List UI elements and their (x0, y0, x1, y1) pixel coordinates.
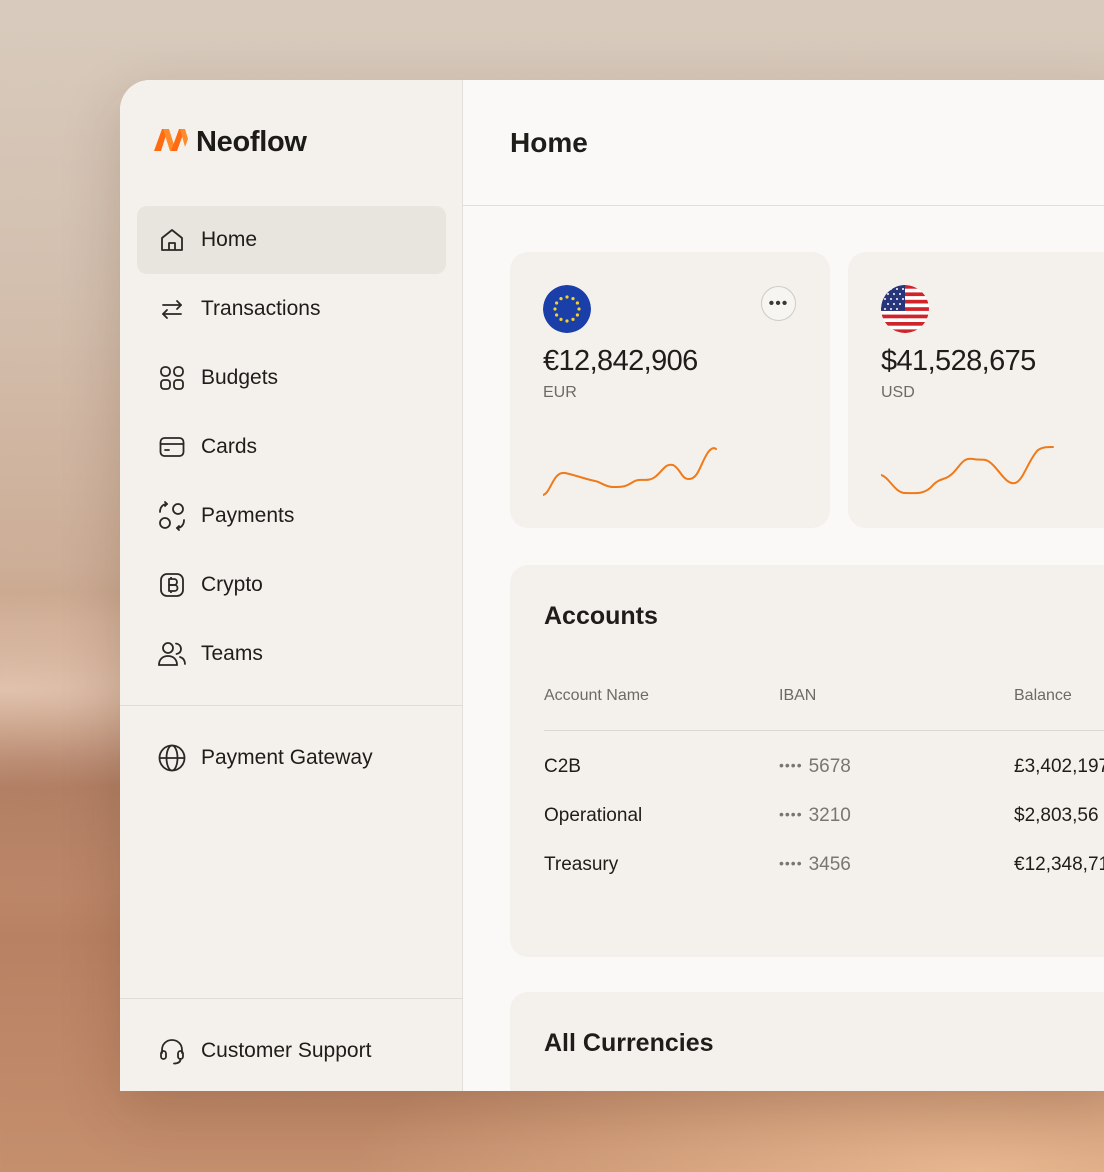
sidebar-item-payments[interactable]: Payments (137, 482, 446, 550)
sidebar-divider (120, 705, 463, 706)
sidebar-nav: Home Transactions Budgets Cards Payments… (137, 206, 446, 689)
sidebar-item-home[interactable]: Home (137, 206, 446, 274)
accounts-title: Accounts (544, 602, 658, 630)
sidebar: Neoflow Home Transactions Budgets Cards … (120, 80, 463, 1091)
account-balance: £3,402,197 (1014, 756, 1104, 777)
more-options-button[interactable]: ••• (761, 286, 796, 321)
account-iban: •••• 3456 (779, 854, 851, 875)
sidebar-item-label: Budgets (201, 366, 279, 389)
sidebar-item-label: Cards (201, 435, 258, 458)
sidebar-item-crypto[interactable]: Crypto (137, 551, 446, 619)
bitcoin-icon (157, 570, 187, 600)
arrows-swap-icon (157, 294, 187, 324)
sidebar-item-label: Payment Gateway (201, 746, 373, 769)
sidebar-item-transactions[interactable]: Transactions (137, 275, 446, 343)
sidebar-item-label: Teams (201, 642, 263, 665)
account-balance: $2,803,56 (1014, 805, 1099, 826)
sidebar-item-budgets[interactable]: Budgets (137, 344, 446, 412)
sidebar-divider (120, 998, 463, 999)
column-header-balance[interactable]: Balance (1014, 687, 1072, 705)
home-icon (157, 225, 187, 255)
balance-sparkline (881, 446, 1054, 495)
topbar: Home (463, 80, 1104, 206)
sidebar-item-payment-gateway[interactable]: Payment Gateway (137, 724, 446, 792)
balance-sparkline (543, 447, 717, 496)
balance-amount: €12,842,906 (543, 345, 698, 377)
sidebar-item-cards[interactable]: Cards (137, 413, 446, 481)
currency-code: EUR (543, 384, 577, 401)
sidebar-item-label: Home (201, 228, 258, 251)
all-currencies-panel: All Currencies (510, 992, 1104, 1091)
sidebar-item-label: Transactions (201, 297, 321, 320)
brand-name: Neoflow (196, 126, 307, 158)
account-name: C2B (544, 756, 581, 777)
app-window: Neoflow Home Transactions Budgets Cards … (120, 80, 1104, 1091)
sidebar-footer: Customer Support (137, 1017, 446, 1086)
sidebar-item-label: Customer Support (201, 1039, 372, 1062)
grid-icon (157, 363, 187, 393)
currency-code: USD (881, 384, 915, 401)
account-balance: €12,348,71 (1014, 854, 1104, 875)
column-header-account-name[interactable]: Account Name (544, 687, 649, 705)
us-flag-icon (881, 285, 929, 333)
ellipsis-icon: ••• (768, 294, 789, 312)
eu-flag-icon (543, 285, 591, 333)
sidebar-item-teams[interactable]: Teams (137, 620, 446, 688)
balance-amount: $41,528,675 (881, 345, 1036, 377)
account-iban: •••• 3210 (779, 805, 851, 826)
payments-cycle-icon (157, 501, 187, 531)
sidebar-item-customer-support[interactable]: Customer Support (137, 1017, 446, 1085)
card-icon (157, 432, 187, 462)
balance-card-usd[interactable]: $41,528,675 USD (848, 252, 1104, 528)
sidebar-secondary: Payment Gateway (137, 724, 446, 793)
users-icon (157, 639, 187, 669)
sidebar-item-label: Crypto (201, 573, 263, 596)
page-title: Home (510, 127, 588, 158)
table-header-divider (544, 730, 1104, 731)
accounts-panel: Accounts Account Name IBAN Balance C2B •… (510, 565, 1104, 957)
sidebar-item-label: Payments (201, 504, 295, 527)
globe-icon (157, 743, 187, 773)
balance-card-eur[interactable]: ••• €12,842,906 EUR (510, 252, 830, 528)
brand[interactable]: Neoflow (154, 126, 307, 159)
account-name: Treasury (544, 854, 619, 875)
account-name: Operational (544, 805, 643, 826)
headset-icon (157, 1036, 187, 1066)
account-iban: •••• 5678 (779, 756, 851, 777)
main-content: Home ••• €12,842,906 EUR $41,528,675 USD… (463, 80, 1104, 1091)
column-header-iban[interactable]: IBAN (779, 687, 816, 705)
all-currencies-title: All Currencies (544, 1029, 714, 1057)
neoflow-logo-icon (154, 127, 188, 158)
